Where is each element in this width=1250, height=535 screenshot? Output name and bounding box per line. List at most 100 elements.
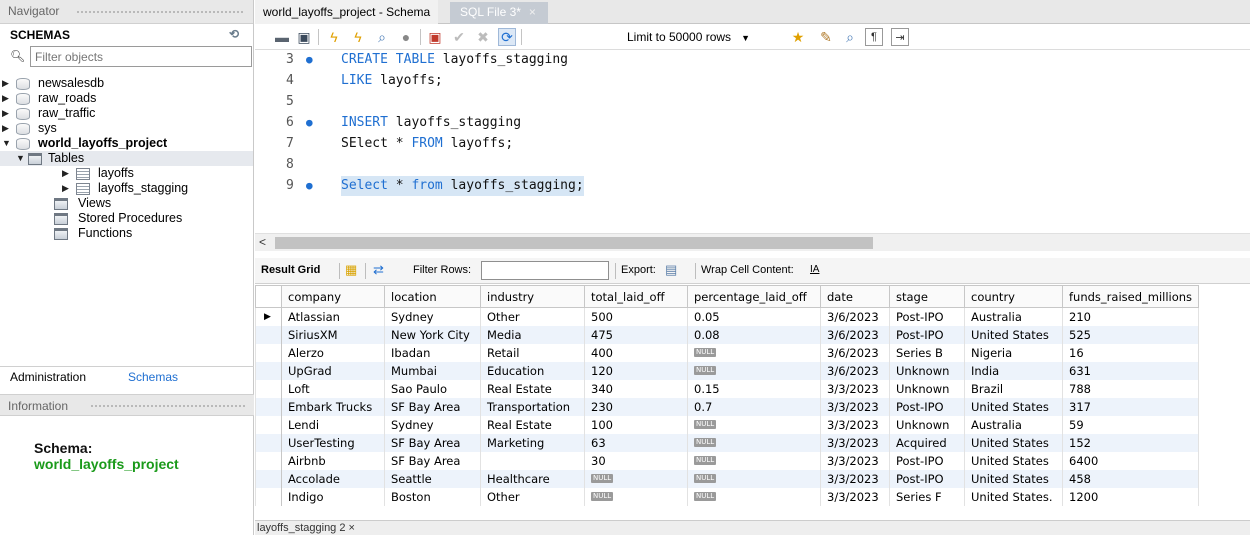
- table-cell[interactable]: SiriusXM: [281, 325, 385, 344]
- row-gutter[interactable]: ▶: [255, 307, 282, 326]
- table-cell[interactable]: 100: [584, 415, 688, 434]
- table-cell[interactable]: Post-IPO: [889, 469, 965, 488]
- filter-rows-input[interactable]: [481, 261, 609, 280]
- find-icon[interactable]: ⌕: [841, 28, 859, 46]
- table-cell[interactable]: Atlassian: [281, 307, 385, 326]
- row-gutter[interactable]: [255, 451, 282, 470]
- table-cell[interactable]: Ibadan: [384, 343, 481, 362]
- table-cell[interactable]: 6400: [1061, 451, 1200, 470]
- table-cell[interactable]: Brazil: [964, 379, 1063, 398]
- table-cell[interactable]: SF Bay Area: [384, 433, 481, 452]
- table-cell[interactable]: NULL: [687, 433, 821, 452]
- table-cell[interactable]: SF Bay Area: [384, 451, 481, 470]
- table-row[interactable]: SiriusXM New York City Media 475 0.08 3/6/202…: [255, 325, 1200, 344]
- table-cell[interactable]: 0.7: [687, 397, 821, 416]
- column-header-industry[interactable]: industry: [480, 285, 585, 308]
- table-cell[interactable]: 340: [584, 379, 688, 398]
- table-cell[interactable]: Alerzo: [281, 343, 385, 362]
- table-cell[interactable]: United States: [964, 451, 1063, 470]
- table-cell[interactable]: United States: [964, 397, 1063, 416]
- scrollbar-thumb[interactable]: [275, 237, 873, 249]
- table-cell[interactable]: UserTesting: [281, 433, 385, 452]
- table-cell[interactable]: Australia: [964, 307, 1063, 326]
- sql-editor[interactable]: 3 ● CREATE TABLE layoffs_stagging 4 LIKE…: [255, 50, 1250, 258]
- add-snippet-icon[interactable]: ★: [789, 28, 807, 46]
- expand-arrow-icon[interactable]: ▶: [2, 121, 12, 136]
- table-cell[interactable]: NULL: [584, 469, 688, 488]
- table-cell[interactable]: 0.15: [687, 379, 821, 398]
- table-cell[interactable]: Other: [480, 487, 585, 506]
- table-cell[interactable]: Lendi: [281, 415, 385, 434]
- column-header-company[interactable]: company: [281, 285, 385, 308]
- panel-grip[interactable]: [90, 404, 246, 409]
- collapse-arrow-icon[interactable]: ▼: [2, 136, 12, 151]
- table-cell[interactable]: 30: [584, 451, 688, 470]
- table-cell[interactable]: 59: [1061, 415, 1200, 434]
- table-cell[interactable]: United States: [964, 469, 1063, 488]
- panel-grip[interactable]: [76, 10, 245, 15]
- table-cell[interactable]: Unknown: [889, 361, 965, 380]
- table-cell[interactable]: 3/3/2023: [820, 433, 890, 452]
- table-cell[interactable]: 120: [584, 361, 688, 380]
- table-cell[interactable]: Healthcare: [480, 469, 585, 488]
- table-cell[interactable]: Sydney: [384, 307, 481, 326]
- table-cell[interactable]: 3/3/2023: [820, 397, 890, 416]
- column-header-total-laid-off[interactable]: total_laid_off: [584, 285, 688, 308]
- table-cell[interactable]: United States: [964, 433, 1063, 452]
- table-cell[interactable]: 0.05: [687, 307, 821, 326]
- table-row[interactable]: UpGrad Mumbai Education 120 NULL 3/6/2023 Unkn…: [255, 361, 1200, 380]
- close-icon[interactable]: ×: [529, 5, 536, 19]
- row-gutter[interactable]: [255, 415, 282, 434]
- table-cell[interactable]: Marketing: [480, 433, 585, 452]
- beautify-icon[interactable]: ✎: [817, 28, 835, 46]
- table-cell[interactable]: Unknown: [889, 379, 965, 398]
- tree-item-stored-procedures[interactable]: Stored Procedures: [0, 211, 253, 226]
- table-row[interactable]: Indigo Boston Other NULL NULL 3/3/2023 Series …: [255, 487, 1200, 506]
- tab-result-layoffs-stagging[interactable]: layoffs_stagging 2 ×: [257, 522, 355, 534]
- table-cell[interactable]: 3/6/2023: [820, 343, 890, 362]
- table-cell[interactable]: Accolade: [281, 469, 385, 488]
- table-cell[interactable]: Series F: [889, 487, 965, 506]
- table-cell[interactable]: NULL: [584, 487, 688, 506]
- table-cell[interactable]: Sydney: [384, 415, 481, 434]
- column-header-date[interactable]: date: [820, 285, 890, 308]
- table-cell[interactable]: 0.08: [687, 325, 821, 344]
- table-cell[interactable]: Transportation: [480, 397, 585, 416]
- editor-horizontal-scrollbar[interactable]: <: [255, 233, 1250, 251]
- table-cell[interactable]: 788: [1061, 379, 1200, 398]
- table-cell[interactable]: UpGrad: [281, 361, 385, 380]
- expand-arrow-icon[interactable]: ▶: [62, 166, 72, 181]
- table-cell[interactable]: United States.: [964, 487, 1063, 506]
- expand-arrow-icon[interactable]: ▶: [62, 181, 72, 196]
- result-grid-label[interactable]: Result Grid: [261, 264, 320, 276]
- table-cell[interactable]: Embark Trucks: [281, 397, 385, 416]
- row-gutter[interactable]: [255, 487, 282, 506]
- column-header-percentage-laid-off[interactable]: percentage_laid_off: [687, 285, 821, 308]
- rollback-icon[interactable]: ✖: [474, 28, 492, 46]
- table-cell[interactable]: Post-IPO: [889, 325, 965, 344]
- close-icon[interactable]: ×: [349, 522, 355, 534]
- table-cell[interactable]: 210: [1061, 307, 1200, 326]
- table-row[interactable]: Alerzo Ibadan Retail 400 NULL 3/6/2023 Series …: [255, 343, 1200, 362]
- table-cell[interactable]: 3/6/2023: [820, 325, 890, 344]
- collapse-arrow-icon[interactable]: ▼: [16, 151, 26, 166]
- table-cell[interactable]: Unknown: [889, 415, 965, 434]
- explain-icon[interactable]: ⌕: [373, 28, 391, 46]
- table-cell[interactable]: Australia: [964, 415, 1063, 434]
- table-cell[interactable]: 152: [1061, 433, 1200, 452]
- table-row[interactable]: UserTesting SF Bay Area Marketing 63 NULL 3/3…: [255, 433, 1200, 452]
- row-gutter[interactable]: [255, 361, 282, 380]
- table-cell[interactable]: New York City: [384, 325, 481, 344]
- table-cell[interactable]: 3/3/2023: [820, 451, 890, 470]
- table-cell[interactable]: 16: [1061, 343, 1200, 362]
- table-cell[interactable]: Education: [480, 361, 585, 380]
- tree-item-tables[interactable]: ▼ Tables: [0, 151, 253, 166]
- table-cell[interactable]: 3/3/2023: [820, 379, 890, 398]
- table-cell[interactable]: 317: [1061, 397, 1200, 416]
- grid-view-icon[interactable]: ▦: [345, 262, 357, 278]
- scroll-left-icon[interactable]: <: [259, 235, 266, 249]
- table-cell[interactable]: 3/3/2023: [820, 487, 890, 506]
- commit-icon[interactable]: ✔: [450, 28, 468, 46]
- expand-arrow-icon[interactable]: ▶: [2, 91, 12, 106]
- row-gutter[interactable]: [255, 379, 282, 398]
